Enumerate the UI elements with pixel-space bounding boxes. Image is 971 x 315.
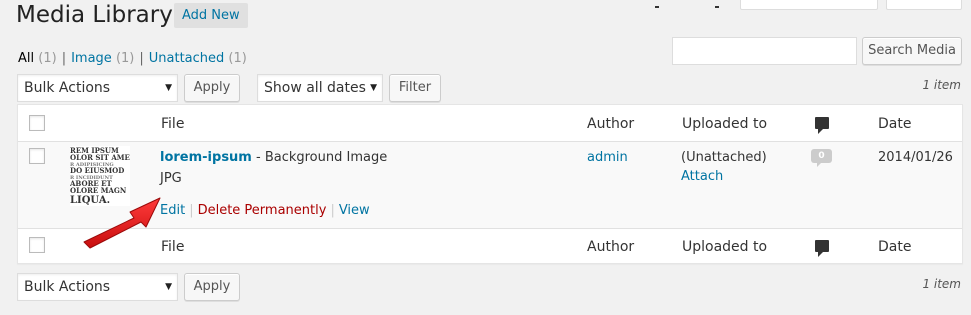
top-partial-button[interactable]: [886, 0, 962, 10]
bulk-actions-select-top[interactable]: Bulk Actions ▼: [17, 74, 178, 102]
view-unattached-count: (1): [228, 51, 247, 66]
file-title-cell: lorem-ipsum - Background Image: [160, 149, 387, 167]
search-input[interactable]: [672, 37, 857, 65]
column-date-footer[interactable]: Date: [878, 238, 911, 256]
column-uploaded-to-footer[interactable]: Uploaded to: [682, 238, 767, 256]
author-link[interactable]: admin: [587, 149, 628, 167]
screen-options-tab[interactable]: [655, 0, 719, 10]
view-separator: |: [139, 51, 144, 66]
thumbnail-text-line: OLOR SIT AME: [70, 153, 130, 162]
date-filter-select[interactable]: Show all dates ▼: [257, 74, 383, 102]
dropdown-arrow-icon: ▼: [165, 282, 172, 292]
apply-button-bottom[interactable]: Apply: [184, 273, 240, 301]
header-divider: [18, 141, 962, 142]
column-uploaded-to[interactable]: Uploaded to: [682, 115, 767, 133]
bulk-actions-label: Bulk Actions: [24, 80, 111, 96]
apply-button-top[interactable]: Apply: [184, 74, 240, 102]
items-count-top: 1 item: [922, 78, 961, 92]
row-actions: Edit | Delete Permanently | View: [160, 202, 370, 220]
view-image-label: Image: [71, 51, 112, 66]
view-all-link[interactable]: All (1): [18, 51, 57, 66]
add-new-button[interactable]: Add New: [174, 3, 248, 28]
top-partial-input[interactable]: [740, 0, 878, 10]
date-filter-label: Show all dates: [264, 80, 366, 96]
column-file[interactable]: File: [161, 115, 184, 133]
view-image-count: (1): [115, 51, 135, 66]
action-separator: |: [189, 203, 194, 218]
comment-bubble-icon[interactable]: [815, 117, 829, 134]
view-unattached-link[interactable]: Unattached (1): [149, 51, 247, 66]
dropdown-arrow-icon: ▼: [370, 83, 377, 93]
view-separator: |: [61, 51, 67, 66]
delete-permanently-link[interactable]: Delete Permanently: [198, 203, 327, 218]
column-author-footer: Author: [587, 239, 635, 255]
column-date[interactable]: Date: [878, 115, 911, 133]
attach-link[interactable]: Attach: [681, 168, 723, 186]
action-separator: |: [330, 203, 335, 218]
view-link[interactable]: View: [339, 203, 370, 218]
uploaded-to-status: (Unattached): [681, 150, 767, 165]
filter-button[interactable]: Filter: [389, 74, 441, 102]
comment-bubble-icon[interactable]: [815, 240, 829, 257]
view-filters: All (1) | Image (1) | Unattached (1): [18, 50, 247, 68]
page-title: Media Library: [16, 2, 173, 28]
column-author: Author: [587, 116, 635, 132]
row-checkbox[interactable]: [29, 148, 45, 164]
file-title-link[interactable]: lorem-ipsum: [160, 150, 252, 165]
bulk-actions-select-bottom[interactable]: Bulk Actions ▼: [17, 273, 178, 301]
view-all-count: (1): [38, 51, 57, 66]
dropdown-arrow-icon: ▼: [165, 83, 172, 93]
annotation-arrow-icon: [83, 197, 161, 249]
bulk-actions-label: Bulk Actions: [24, 279, 111, 295]
view-image-link[interactable]: Image (1): [71, 51, 134, 66]
search-media-button[interactable]: Search Media: [862, 37, 962, 65]
screen-options-tab-edge: [655, 6, 659, 8]
screen-options-tab-edge: [715, 6, 719, 8]
upload-date: 2014/01/26: [878, 150, 953, 165]
view-all-label: All: [18, 51, 35, 66]
view-unattached-label: Unattached: [148, 51, 225, 66]
items-count-bottom: 1 item: [922, 277, 961, 291]
comment-count-badge[interactable]: 0: [811, 149, 832, 167]
file-title-suffix: - Background Image: [251, 150, 388, 165]
select-all-checkbox-bottom[interactable]: [29, 237, 45, 253]
thumbnail-text-line: DO EIUSMOD: [70, 166, 124, 175]
select-all-checkbox[interactable]: [29, 115, 45, 131]
